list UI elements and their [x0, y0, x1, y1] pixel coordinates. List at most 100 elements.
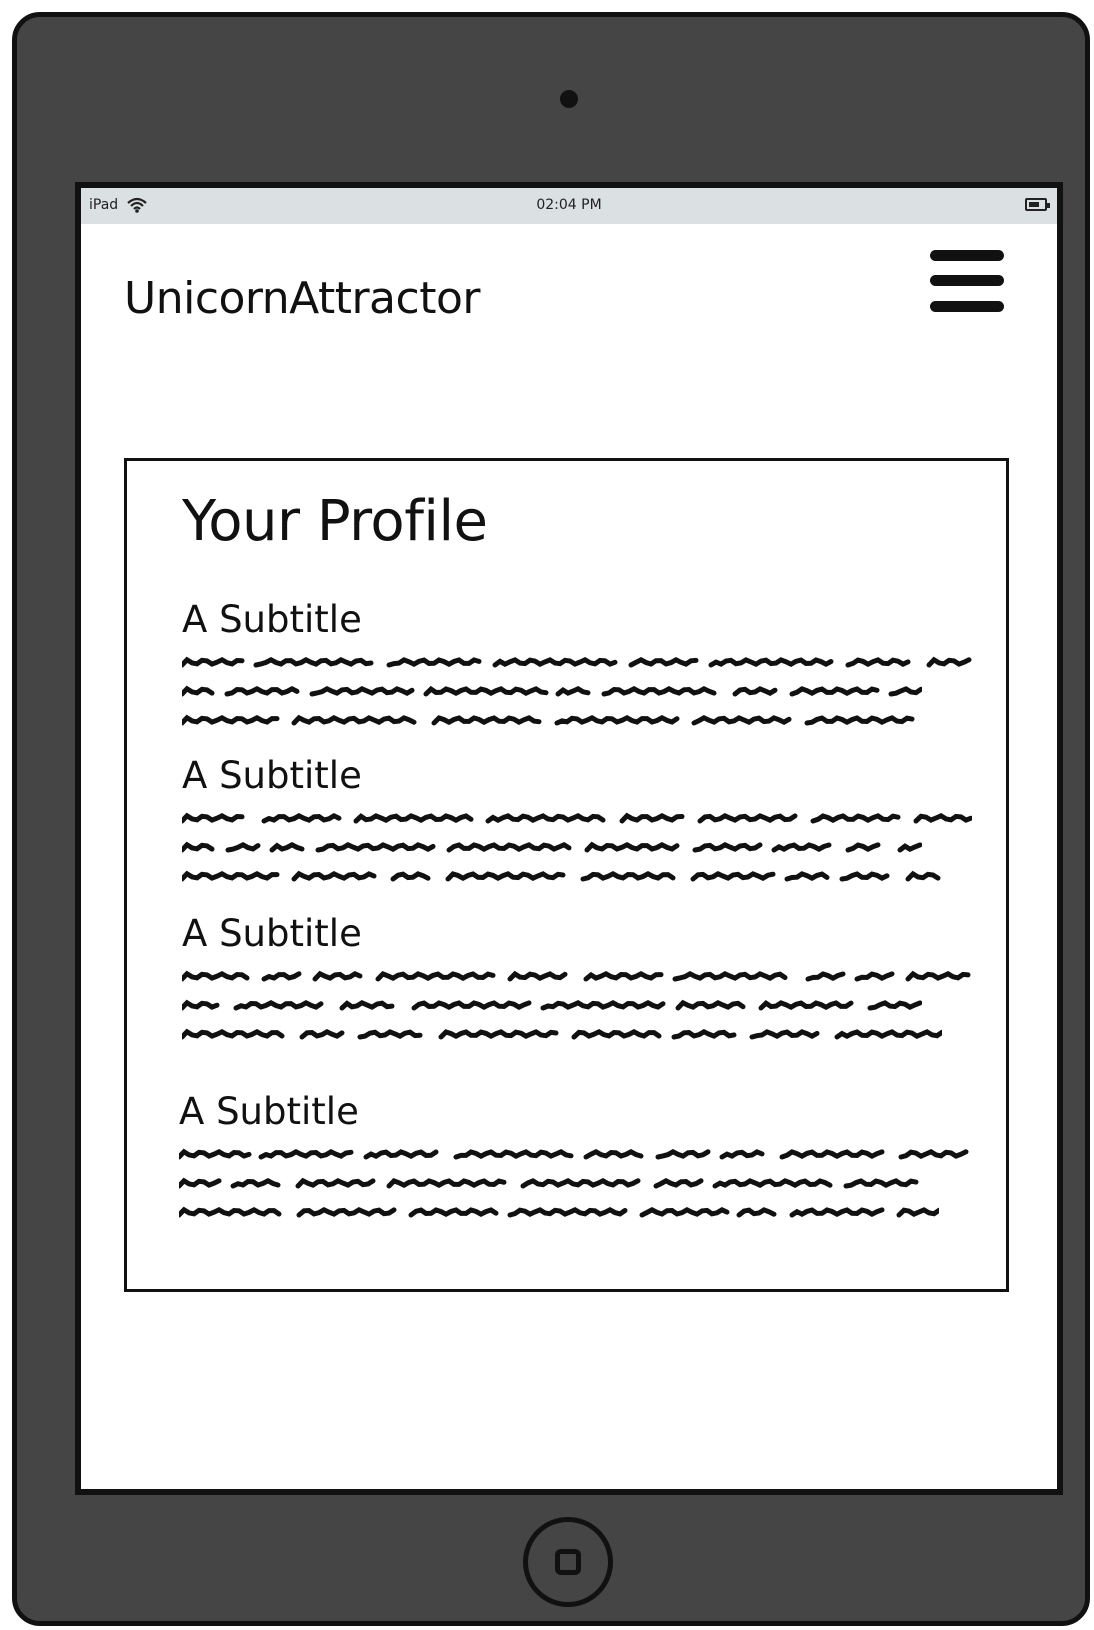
- section-subtitle: A Subtitle: [182, 754, 362, 797]
- scribble-word: [805, 971, 846, 982]
- scribble-word: [583, 1148, 644, 1160]
- section-subtitle: A Subtitle: [182, 598, 362, 641]
- placeholder-text-line: [179, 1148, 969, 1162]
- scribble-word: [898, 1148, 969, 1160]
- scribble-word: [179, 1148, 252, 1160]
- placeholder-text-line: [182, 714, 972, 728]
- profile-card: Your Profile A Subtitle A Subtitle A Sub…: [124, 458, 1009, 1292]
- scribble-word: [619, 812, 685, 824]
- scribble-word: [719, 1149, 765, 1160]
- scribble-word: [639, 1206, 730, 1218]
- profile-section: A Subtitle: [182, 915, 972, 1057]
- scribble-word: [312, 970, 363, 982]
- scribble-word: [584, 841, 680, 853]
- placeholder-text-line: [182, 1028, 972, 1042]
- scribble-word: [580, 870, 676, 882]
- scribble-word: [386, 657, 482, 668]
- hamburger-menu-icon[interactable]: [930, 250, 1004, 312]
- scribble-word: [583, 970, 664, 982]
- scribble-word: [182, 870, 280, 882]
- scribble-word: [182, 714, 280, 726]
- scribble-word: [789, 1207, 885, 1218]
- ipad-device-frame: iPad 02:04 PM UnicornAttractor Your Prof…: [12, 12, 1090, 1626]
- scribble-word: [182, 656, 245, 668]
- scribble-word: [671, 1028, 737, 1040]
- scribble-word: [839, 871, 890, 882]
- scribble-word: [182, 841, 215, 853]
- scribble-word: [485, 812, 606, 824]
- scribble-word: [431, 715, 542, 726]
- scribble-word: [926, 656, 972, 668]
- scribble-word: [905, 870, 941, 882]
- menu-bar-bottom: [930, 301, 1004, 312]
- scribble-word: [854, 971, 895, 982]
- menu-bar-top: [930, 250, 1004, 261]
- scribble-word: [905, 970, 971, 982]
- scribble-word: [896, 1207, 939, 1218]
- profile-section: A Subtitle: [179, 1093, 969, 1235]
- scribble-word: [692, 841, 763, 853]
- scribble-word: [179, 1177, 222, 1189]
- section-subtitle: A Subtitle: [182, 912, 362, 955]
- scribble-word: [423, 685, 549, 697]
- placeholder-text-line: [182, 841, 972, 855]
- scribble-word: [363, 1149, 439, 1160]
- scribble-word: [258, 1148, 354, 1160]
- menu-bar-middle: [930, 275, 1004, 286]
- scribble-word: [540, 999, 666, 1011]
- scribble-word: [315, 841, 436, 853]
- placeholder-text-line: [182, 970, 972, 984]
- placeholder-text-line: [182, 656, 972, 670]
- scribble-word: [299, 1028, 345, 1040]
- scribble-word: [507, 1206, 628, 1218]
- scribble-word: [230, 1177, 281, 1189]
- scribble-word: [888, 686, 922, 697]
- scribble-word: [628, 656, 699, 668]
- scribble-word: [697, 812, 798, 824]
- scribble-word: [601, 685, 717, 697]
- scribble-word: [789, 686, 880, 697]
- app-title: UnicornAttractor: [124, 273, 480, 324]
- scribble-word: [749, 1029, 820, 1040]
- scribble-word: [233, 999, 324, 1011]
- scribble-word: [672, 970, 788, 982]
- scribble-word: [182, 970, 250, 982]
- scribble-word: [758, 999, 854, 1011]
- scribble-word: [655, 1148, 711, 1160]
- scribble-word: [375, 970, 496, 982]
- home-button-icon[interactable]: [523, 1517, 613, 1607]
- scribble-word: [554, 714, 680, 726]
- scribble-word: [353, 813, 474, 824]
- camera-dot: [560, 90, 578, 108]
- scribble-word: [453, 1148, 574, 1160]
- scribble-word: [732, 686, 778, 697]
- section-subtitle: A Subtitle: [179, 1090, 359, 1133]
- placeholder-text-line: [182, 870, 972, 884]
- scribble-word: [779, 1149, 885, 1160]
- scribble-word: [845, 657, 911, 668]
- scribble-word: [225, 841, 261, 853]
- screen: iPad 02:04 PM UnicornAttractor Your Prof…: [75, 182, 1063, 1495]
- scribble-word: [712, 1178, 833, 1189]
- scribble-word: [571, 1028, 662, 1040]
- profile-section: A Subtitle: [182, 601, 972, 743]
- status-time: 02:04 PM: [536, 197, 602, 213]
- profile-title: Your Profile: [182, 489, 488, 554]
- scribble-word: [390, 871, 431, 882]
- scribble-word: [771, 842, 832, 853]
- scribble-word: [309, 685, 415, 697]
- scribble-word: [913, 812, 972, 824]
- scribble-word: [555, 685, 591, 697]
- scribble-word: [810, 813, 901, 824]
- scribble-word: [386, 1177, 507, 1189]
- scribble-word: [261, 812, 342, 824]
- scribble-word: [867, 1000, 922, 1011]
- scribble-word: [736, 1207, 777, 1218]
- placeholder-text-line: [182, 812, 972, 826]
- scribble-word: [804, 715, 915, 726]
- scribble-word: [296, 1206, 397, 1218]
- scribble-word: [445, 871, 566, 882]
- scribble-word: [339, 999, 395, 1011]
- scribble-word: [224, 685, 300, 697]
- placeholder-text-line: [182, 999, 972, 1013]
